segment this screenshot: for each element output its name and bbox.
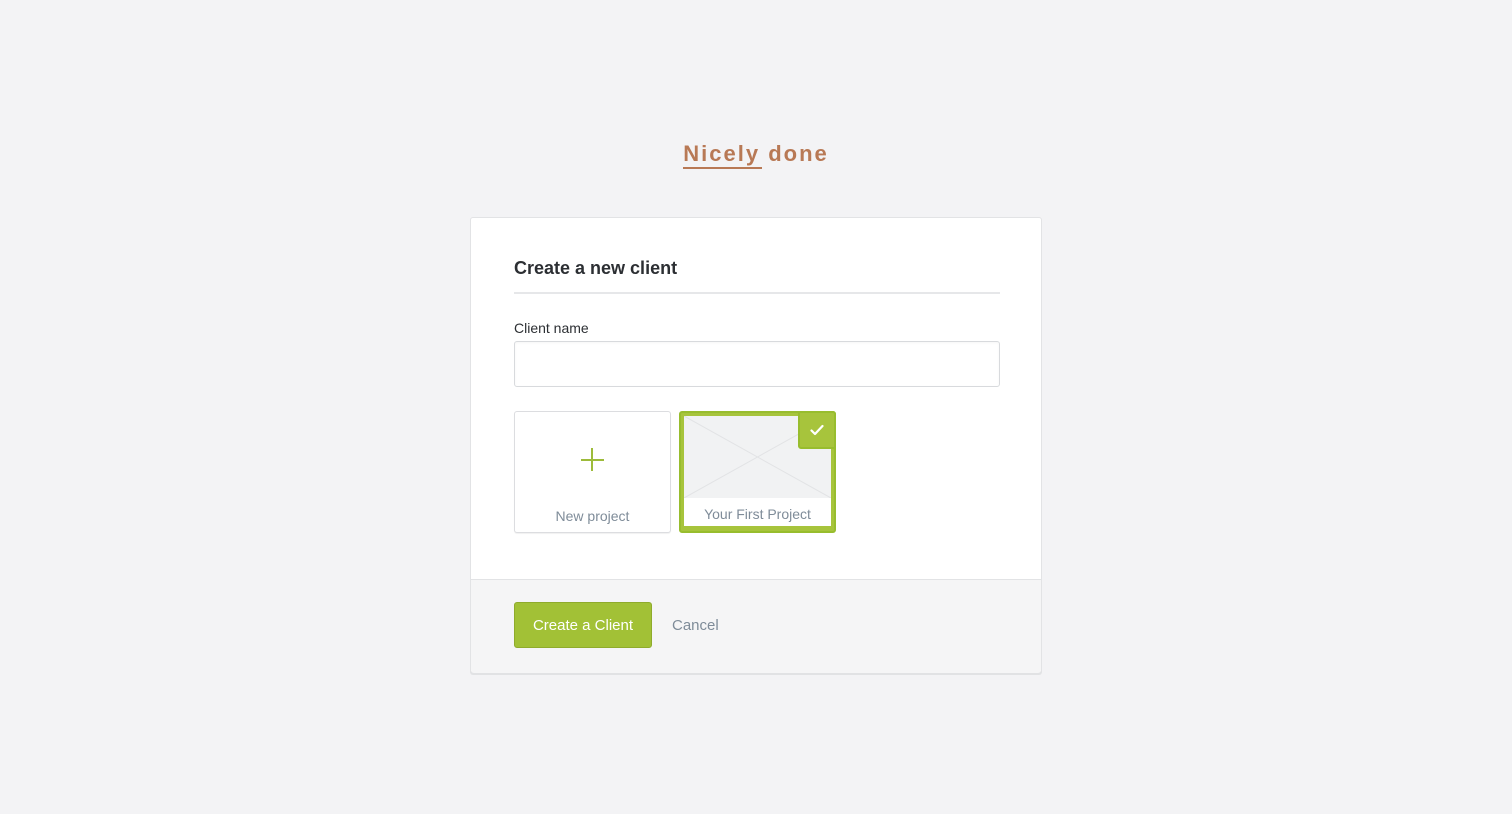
create-client-button[interactable]: Create a Client xyxy=(514,602,652,648)
cancel-link[interactable]: Cancel xyxy=(672,617,719,634)
brand-logo-first-word: Nicely xyxy=(683,141,762,169)
brand-logo-second-word: done xyxy=(768,141,829,166)
project-label: Your First Project xyxy=(704,506,811,522)
brand-logo: Nicely done xyxy=(0,141,1512,169)
client-name-label: Client name xyxy=(514,320,589,336)
dialog-body: Create a new client Client name New proj… xyxy=(471,218,1041,578)
title-divider xyxy=(514,292,1000,294)
new-project-label: New project xyxy=(555,508,630,524)
dialog-footer: Create a Client Cancel xyxy=(471,579,1041,673)
client-name-input[interactable] xyxy=(514,341,1000,387)
new-project-tile[interactable]: New project xyxy=(514,411,671,533)
plus-icon xyxy=(515,446,670,474)
selected-badge xyxy=(798,411,836,449)
create-client-dialog: Create a new client Client name New proj… xyxy=(470,217,1042,673)
dialog-title: Create a new client xyxy=(514,258,678,278)
checkmark-icon xyxy=(810,424,824,436)
project-tile-your-first-project[interactable]: Your First Project xyxy=(679,411,836,533)
